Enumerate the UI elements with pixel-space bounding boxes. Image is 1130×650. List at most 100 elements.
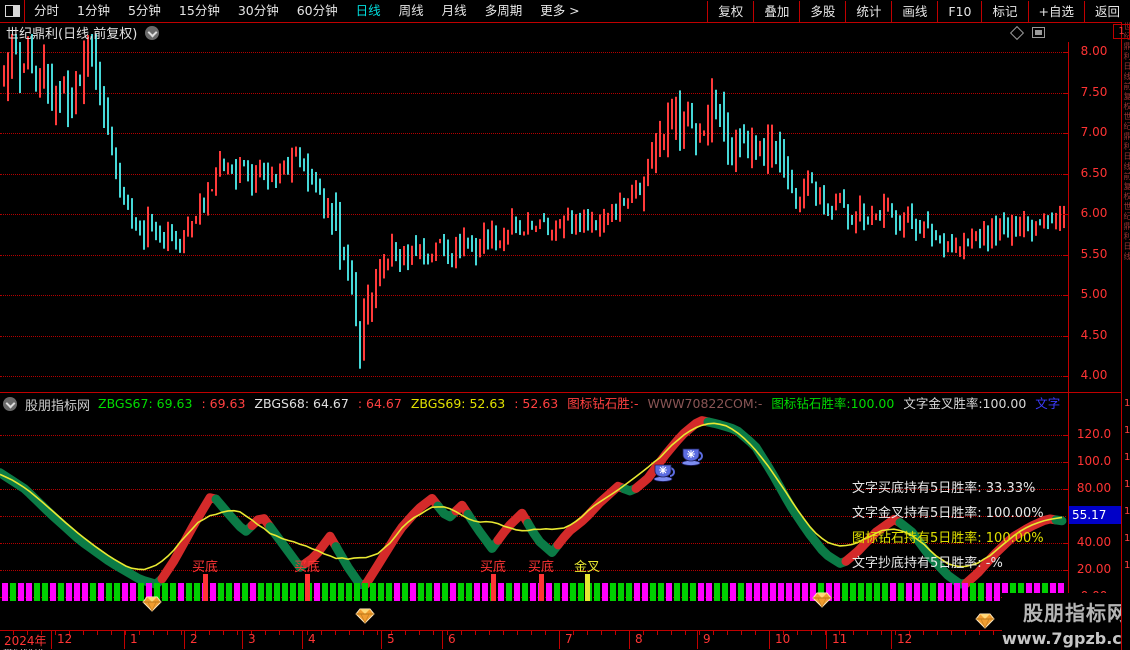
indicator-value-3: : 64.67	[357, 396, 402, 411]
axis-month-separator	[697, 631, 698, 649]
toolbar-period-1分钟[interactable]: 1分钟	[68, 0, 119, 22]
indicator-values: ZBGS67: 69.63: 69.63 ZBGS68: 64.67: 64.67…	[98, 394, 1060, 414]
window-layout-icon	[4, 5, 20, 17]
indicator-value-4: ZBGS69: 52.63	[410, 396, 506, 411]
signal-label-金叉: 金叉	[573, 560, 600, 575]
price-axis-label: 8.00	[1080, 44, 1108, 58]
annotation-line: 文字抄底持有5日胜率: -%	[852, 556, 1003, 571]
indicator-value-5: : 52.63	[514, 396, 559, 411]
right-strip-vertical-text: 世纪鼎利日线前复权世纪鼎利日线前复权世纪鼎利日线	[1123, 22, 1130, 262]
toolbar-button-复权[interactable]: 复权	[707, 0, 753, 22]
price-axis-label: 7.00	[1080, 125, 1108, 139]
axis-month-separator	[891, 631, 892, 649]
toolbar-button-统计[interactable]: 统计	[845, 0, 891, 22]
toolbar-button-画线[interactable]: 画线	[891, 0, 937, 22]
indicator-header: 股朋指标网 ZBGS67: 69.63: 69.63 ZBGS68: 64.67:…	[0, 394, 1060, 414]
indicator-value-0: ZBGS67: 69.63	[98, 396, 193, 411]
indicator-source-label: 股朋指标网	[25, 398, 91, 414]
collapse-chevron-icon[interactable]	[145, 25, 160, 40]
toolbar-period-分时[interactable]: 分时	[25, 0, 68, 22]
axis-month-separator	[826, 631, 827, 649]
toolbar-period-30分钟[interactable]: 30分钟	[229, 0, 288, 22]
indicator-value-7: WWW70822COM:-	[647, 396, 763, 411]
right-strip-digit: 1	[1124, 425, 1130, 436]
toolbar-button-标记[interactable]: 标记	[981, 0, 1027, 22]
toolbar-period-周线[interactable]: 周线	[390, 0, 433, 22]
toolbar-button-叠加[interactable]: 叠加	[753, 0, 799, 22]
toolbar-period-5分钟[interactable]: 5分钟	[119, 0, 170, 22]
indicator-value-10: 文字买底胜率:100.00	[1035, 396, 1060, 411]
indicator-chevron-icon[interactable]	[3, 397, 17, 411]
price-axis-label: 4.00	[1080, 368, 1108, 382]
axis-tick	[1063, 173, 1069, 175]
signal-label-买底: 买底	[293, 560, 320, 575]
watermark-url: www.7gpzb.com	[1002, 629, 1130, 648]
right-strip-digit: 1	[1124, 479, 1130, 490]
toolbar-period-日线[interactable]: 日线	[347, 0, 390, 22]
axis-month-label: 2	[190, 632, 198, 646]
axis-month-label: 6	[448, 632, 456, 646]
stock-title: 世纪鼎利(日线,前复权)	[6, 27, 138, 42]
price-axis-label: 4.50	[1080, 327, 1108, 342]
axis-month-label: 7	[565, 632, 573, 646]
indicator-axis-label: 40.00	[1076, 535, 1112, 549]
panel-separator-line	[0, 392, 1121, 393]
toolbar-button-多股[interactable]: 多股	[799, 0, 845, 22]
indicator-value-1: : 69.63	[201, 396, 246, 411]
indicator-yellow-line	[0, 422, 1063, 571]
signal-label-买底: 买底	[527, 560, 554, 575]
site-watermark: 股朋指标网 www.7gpzb.com	[1002, 593, 1130, 650]
price-axis-label: 6.00	[1080, 206, 1108, 220]
axis-tick	[1063, 376, 1069, 377]
price-axis-label: 5.50	[1080, 246, 1108, 261]
window-layout-button[interactable]	[0, 0, 25, 22]
toolbar-button-返回[interactable]: 返回	[1083, 0, 1130, 22]
axis-tick	[1063, 254, 1069, 256]
axis-month-label: 3	[248, 632, 256, 646]
indicator-axis-label: 120.0	[1076, 427, 1112, 441]
axis-month-separator	[442, 631, 443, 649]
top-toolbar: 分时 1分钟 5分钟 15分钟 30分钟 60分钟 日线 周线 月线 多周期 更多 > 复权 叠加 多股…	[0, 0, 1130, 23]
price-axis-label: 6.50	[1080, 165, 1108, 180]
axis-month-label: 10	[775, 632, 791, 646]
right-edge-strip: 世纪鼎利日线前复权世纪鼎利日线前复权世纪鼎利日线 1 1 1 1 1 1 1	[1121, 22, 1130, 650]
toolbar-button-F10[interactable]: F10	[937, 0, 981, 22]
axis-month-separator	[184, 631, 185, 649]
axis-month-label: 12	[897, 632, 913, 646]
app-window: 分时 1分钟 5分钟 15分钟 30分钟 60分钟 日线 周线 月线 多周期 更多 > 复权 叠加 多股…	[0, 0, 1130, 650]
axis-month-label: 1	[130, 632, 138, 646]
axis-tick	[1063, 295, 1069, 296]
right-strip-digit: 1	[1124, 533, 1130, 544]
annotation-line: 图标钻石持有5日胜率: 100.00%	[852, 531, 1044, 546]
toolbar-period-15分钟[interactable]: 15分钟	[170, 0, 229, 22]
toolbar-period-多周期[interactable]: 多周期	[476, 0, 532, 22]
right-strip-digits: 1 1 1 1 1 1 1	[1122, 399, 1130, 571]
axis-tick	[1063, 335, 1069, 337]
right-strip-digit: 1	[1124, 452, 1130, 463]
axis-tick	[1063, 462, 1069, 463]
axis-tick	[1063, 52, 1069, 53]
toolbar-period-60分钟[interactable]: 60分钟	[288, 0, 347, 22]
indicator-value-6: 图标钻石胜:-	[567, 396, 639, 411]
axis-month-label: 11	[832, 632, 848, 646]
signal-label-买底: 买底	[191, 560, 218, 575]
axis-month-separator	[381, 631, 382, 649]
axis-year-label: 2024年	[4, 634, 47, 648]
axis-tick	[1063, 92, 1069, 94]
right-strip-digit: 1	[1124, 398, 1130, 409]
corner-count-badge: 1	[1113, 24, 1130, 39]
annotation-line: 文字金叉持有5日胜率: 100.00%	[852, 506, 1044, 521]
indicator-axis-label: 20.00	[1076, 562, 1112, 576]
axis-tick	[1063, 543, 1069, 544]
annotation-line: 文字买底持有5日胜率: 33.33%	[852, 481, 1036, 496]
date-axis[interactable]: 2024年 12 1 2 3 4 5 6 7 8 9 10 11 12	[0, 630, 1130, 650]
axis-month-separator	[769, 631, 770, 649]
toolbar-button-+自选[interactable]: +自选	[1027, 0, 1084, 22]
toolbar-period-月线[interactable]: 月线	[433, 0, 476, 22]
axis-month-separator	[629, 631, 630, 649]
axis-tick	[1063, 133, 1069, 134]
indicator-axis-label: 100.0	[1076, 454, 1112, 468]
toolbar-period-更多 >[interactable]: 更多 >	[531, 0, 588, 22]
current-value-badge: 55.17	[1069, 506, 1124, 524]
price-axis-label: 7.50	[1080, 84, 1108, 99]
